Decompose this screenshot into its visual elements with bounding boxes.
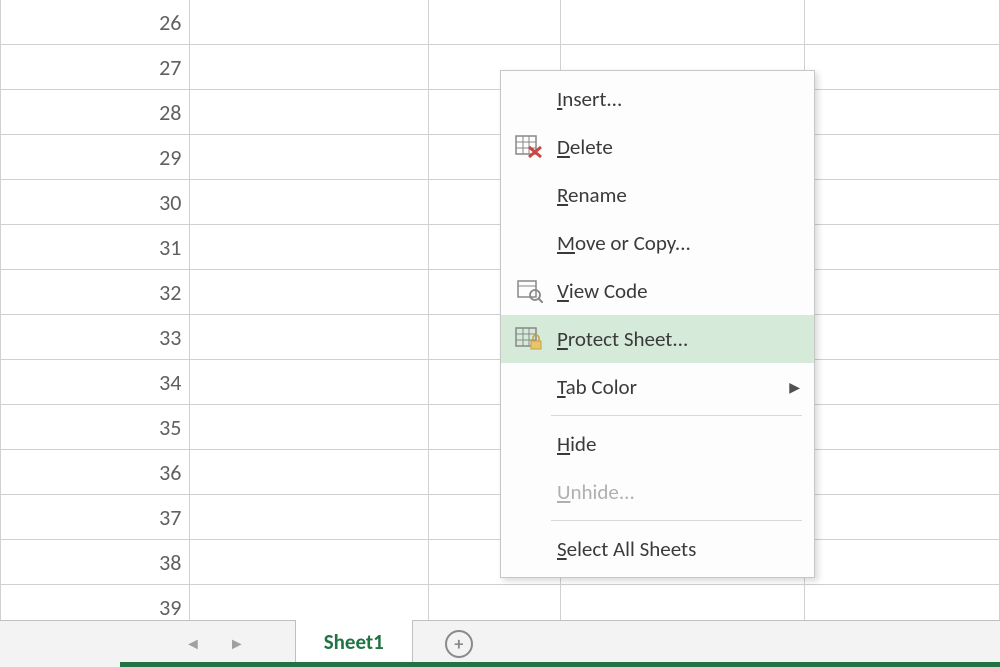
cell[interactable] <box>805 540 1000 585</box>
menu-item-delete[interactable]: Delete <box>501 123 814 171</box>
row-header[interactable]: 28 <box>0 90 190 135</box>
cell[interactable] <box>190 360 429 405</box>
cell[interactable] <box>805 180 1000 225</box>
cell[interactable] <box>805 315 1000 360</box>
cell[interactable] <box>190 405 429 450</box>
sheet-tab-context-menu: Insert... Delete Rename Move or Copy... … <box>500 70 815 578</box>
blank-icon <box>511 372 547 402</box>
row-header[interactable]: 34 <box>0 360 190 405</box>
active-tab-underline <box>120 662 1000 667</box>
cell[interactable] <box>805 405 1000 450</box>
cell[interactable] <box>805 270 1000 315</box>
menu-item-view-code[interactable]: View Code <box>501 267 814 315</box>
cell[interactable] <box>190 315 429 360</box>
cell[interactable] <box>190 0 429 45</box>
cell[interactable] <box>805 450 1000 495</box>
menu-item-protect-sheet[interactable]: Protect Sheet... <box>501 315 814 363</box>
cell[interactable] <box>190 135 429 180</box>
blank-icon <box>511 534 547 564</box>
menu-label: Rename <box>557 182 800 208</box>
cell[interactable] <box>805 45 1000 90</box>
cell[interactable] <box>190 540 429 585</box>
menu-label: Unhide... <box>557 479 800 505</box>
blank-icon <box>511 228 547 258</box>
tab-navigation: ◄ ► <box>0 635 245 654</box>
row-header[interactable]: 26 <box>0 0 190 45</box>
prev-sheet-arrow-icon[interactable]: ◄ <box>185 635 201 654</box>
menu-item-insert[interactable]: Insert... <box>501 75 814 123</box>
row-header[interactable]: 32 <box>0 270 190 315</box>
cell[interactable] <box>190 270 429 315</box>
row-header[interactable]: 30 <box>0 180 190 225</box>
menu-label: Select All Sheets <box>557 536 800 562</box>
protect-sheet-icon <box>511 324 547 354</box>
cell[interactable] <box>805 135 1000 180</box>
blank-icon <box>511 84 547 114</box>
blank-icon <box>511 180 547 210</box>
sheet-tab-bar: ◄ ► Sheet1 + <box>0 620 1000 667</box>
row-header[interactable]: 38 <box>0 540 190 585</box>
blank-icon <box>511 429 547 459</box>
cell[interactable] <box>190 90 429 135</box>
row-header[interactable]: 35 <box>0 405 190 450</box>
cell[interactable] <box>805 495 1000 540</box>
cell[interactable] <box>805 225 1000 270</box>
cell[interactable] <box>805 360 1000 405</box>
cell[interactable] <box>190 450 429 495</box>
blank-icon <box>511 477 547 507</box>
view-code-icon <box>511 276 547 306</box>
cell[interactable] <box>190 495 429 540</box>
menu-item-unhide: Unhide... <box>501 468 814 516</box>
cell[interactable] <box>561 0 805 45</box>
next-sheet-arrow-icon[interactable]: ► <box>229 635 245 654</box>
row-header[interactable]: 33 <box>0 315 190 360</box>
new-sheet-button[interactable]: + <box>445 630 473 658</box>
cell[interactable] <box>190 225 429 270</box>
menu-item-rename[interactable]: Rename <box>501 171 814 219</box>
menu-label: View Code <box>557 278 800 304</box>
cell[interactable] <box>805 0 1000 45</box>
row-header[interactable]: 31 <box>0 225 190 270</box>
row-header[interactable]: 37 <box>0 495 190 540</box>
menu-separator <box>551 415 802 416</box>
menu-label: Tab Color <box>557 374 789 400</box>
sheet-tab-active[interactable]: Sheet1 <box>295 620 413 667</box>
menu-label: Move or Copy... <box>557 230 800 256</box>
row-header[interactable]: 29 <box>0 135 190 180</box>
cell[interactable] <box>805 90 1000 135</box>
row-header[interactable]: 36 <box>0 450 190 495</box>
menu-label: Protect Sheet... <box>557 326 800 352</box>
delete-sheet-icon <box>511 132 547 162</box>
menu-label: Hide <box>557 431 800 457</box>
cell[interactable] <box>190 180 429 225</box>
row-header[interactable]: 27 <box>0 45 190 90</box>
submenu-arrow-icon: ▶ <box>789 379 800 396</box>
cell[interactable] <box>190 45 429 90</box>
menu-item-hide[interactable]: Hide <box>501 420 814 468</box>
menu-item-tab-color[interactable]: Tab Color ▶ <box>501 363 814 411</box>
cell[interactable] <box>429 0 561 45</box>
menu-label: Insert... <box>557 86 800 112</box>
menu-label: Delete <box>557 134 800 160</box>
menu-separator <box>551 520 802 521</box>
menu-item-move-copy[interactable]: Move or Copy... <box>501 219 814 267</box>
menu-item-select-all-sheets[interactable]: Select All Sheets <box>501 525 814 573</box>
